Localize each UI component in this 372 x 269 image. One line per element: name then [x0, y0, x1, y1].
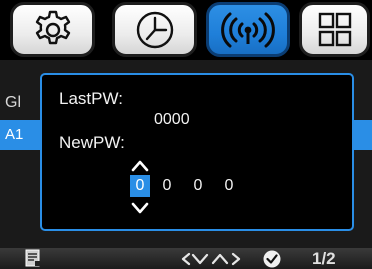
chevron-down-icon[interactable]	[130, 201, 150, 215]
wireless-signal-icon	[221, 12, 275, 47]
tab-grid[interactable]	[299, 2, 370, 57]
last-pw-label: LastPW:	[59, 89, 123, 108]
screen: Gl A1 LastPW: 0000 NewPW: 0 0 0 0 1/2	[0, 0, 372, 269]
password-dialog: LastPW: 0000 NewPW: 0 0 0 0	[40, 73, 354, 231]
grid-icon	[318, 12, 351, 46]
document-menu-icon[interactable]	[24, 249, 42, 268]
last-pw-value: 0000	[154, 111, 190, 128]
bottom-bar: 1/2	[0, 248, 372, 269]
pw-digit-1[interactable]: 0	[130, 175, 150, 197]
navigation-arrows-icon	[181, 252, 241, 266]
pw-digit-3[interactable]: 0	[188, 175, 208, 197]
tab-clock[interactable]	[112, 2, 197, 57]
chevron-up-icon[interactable]	[130, 159, 150, 173]
new-pw-label: NewPW:	[59, 133, 125, 152]
tab-wireless[interactable]	[206, 2, 290, 57]
pw-digit-2[interactable]: 0	[157, 175, 177, 197]
menu-row-label: Gl	[5, 94, 21, 111]
check-circle-icon[interactable]	[263, 250, 281, 268]
page-indicator: 1/2	[312, 249, 336, 268]
clock-icon	[136, 11, 173, 48]
menu-row-label: A1	[5, 126, 24, 143]
gear-icon	[35, 10, 70, 44]
tab-settings[interactable]	[10, 2, 95, 57]
pw-digit-4[interactable]: 0	[219, 175, 239, 197]
